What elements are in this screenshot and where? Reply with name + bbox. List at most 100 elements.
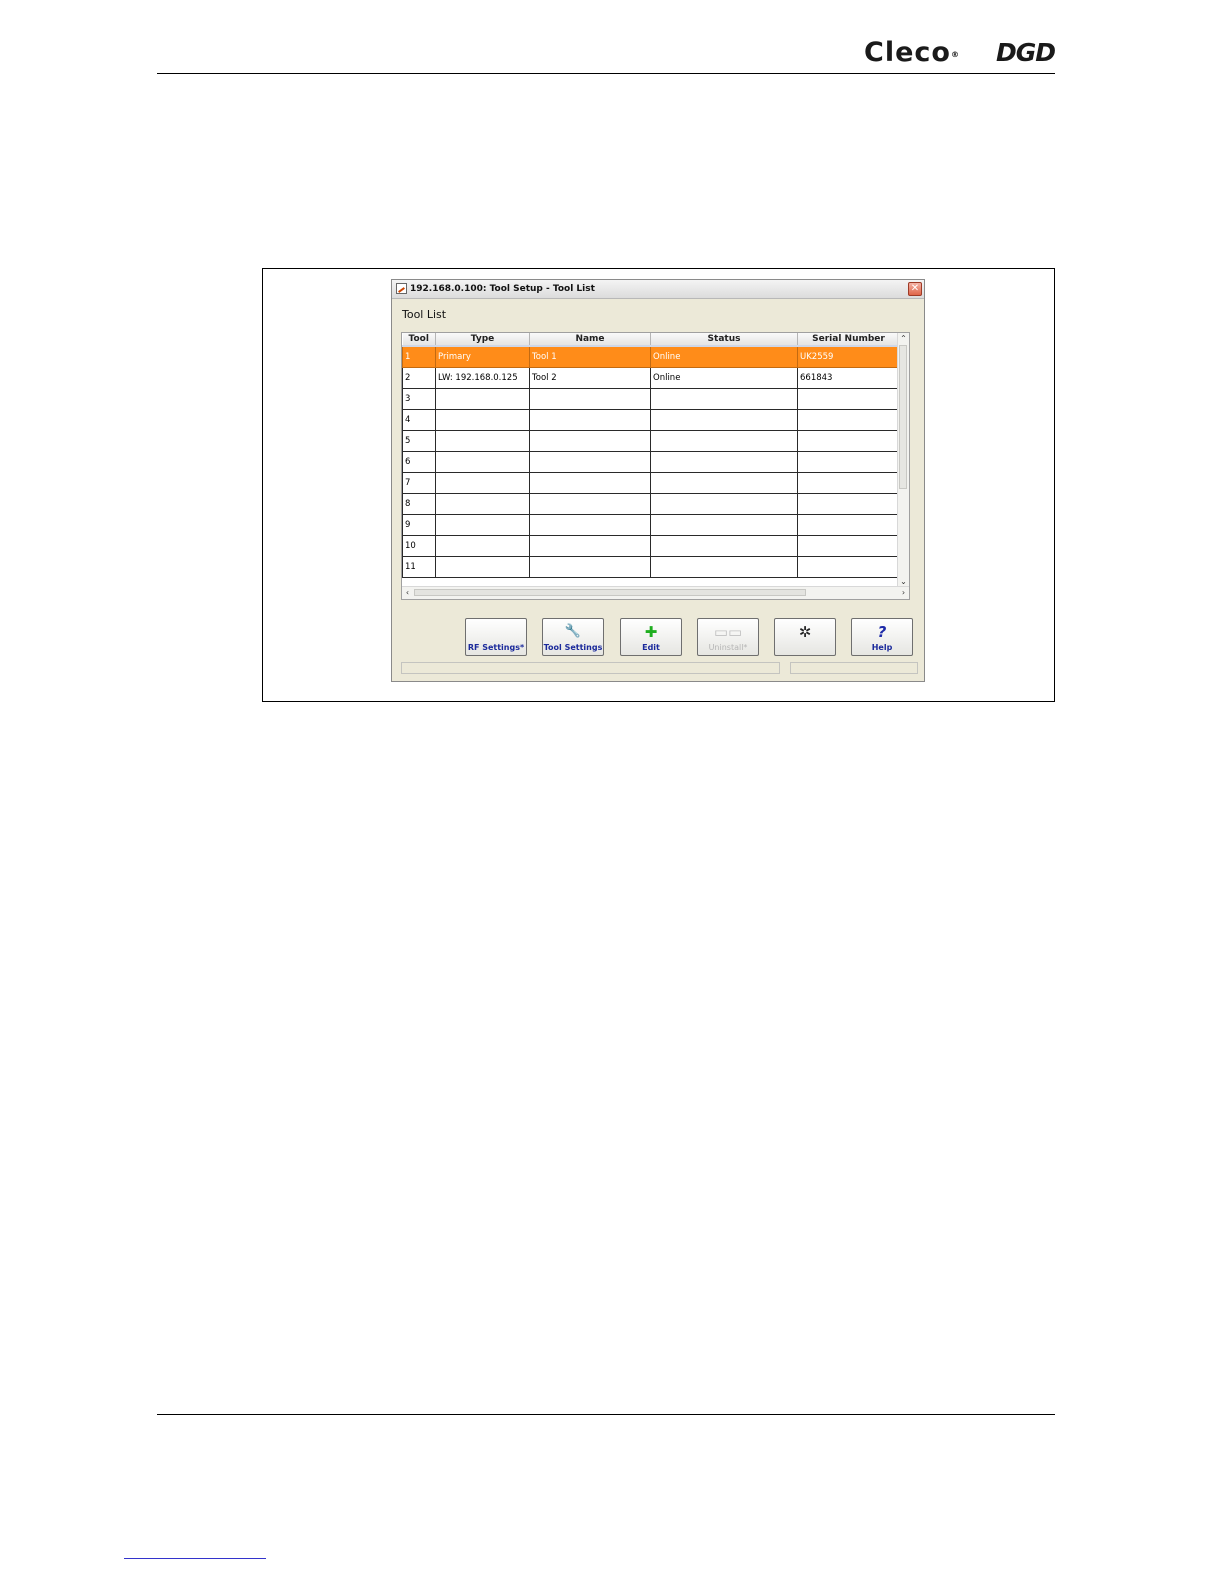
footer-link-underline[interactable] [124, 1558, 266, 1559]
tool-settings-label: Tool Settings [543, 643, 603, 652]
status-bar-secondary [790, 662, 918, 674]
scroll-right-icon[interactable]: › [898, 587, 909, 599]
status-bar-main [401, 662, 780, 674]
registered-mark: ® [950, 50, 959, 59]
table-row[interactable]: 4 [402, 409, 900, 431]
tool-settings-button[interactable]: 🔧 Tool Settings [542, 618, 604, 656]
cell-status[interactable]: Online [650, 367, 798, 389]
cell-tool[interactable]: 2 [402, 367, 436, 389]
cell-serial-number[interactable]: 661843 [797, 367, 900, 389]
table-row[interactable]: 8 [402, 493, 900, 515]
cell-name[interactable]: Tool 1 [529, 345, 651, 368]
tool-grid: Tool Type Name Status Serial Number 1 Pri… [402, 333, 900, 578]
column-header-serial-number[interactable]: Serial Number [797, 333, 900, 347]
cell-tool[interactable]: 8 [402, 493, 436, 515]
table-row[interactable]: 11 [402, 556, 900, 578]
cell-tool[interactable]: 9 [402, 514, 436, 536]
vertical-scroll-thumb[interactable] [899, 345, 907, 489]
table-row[interactable]: 1 Primary Tool 1 Online UK2559 [402, 345, 900, 368]
cell-name[interactable] [529, 514, 651, 536]
cell-serial-number[interactable] [797, 388, 900, 410]
cell-name[interactable] [529, 409, 651, 431]
cell-status[interactable] [650, 388, 798, 410]
cell-type[interactable] [435, 472, 530, 494]
rf-settings-button[interactable]: RF Settings* [465, 618, 527, 656]
cell-serial-number[interactable] [797, 430, 900, 452]
cell-tool[interactable]: 7 [402, 472, 436, 494]
dgd-logo: DGD [996, 38, 1056, 67]
cell-status[interactable] [650, 430, 798, 452]
cell-type[interactable] [435, 388, 530, 410]
uninstall-label: Uninstall* [708, 643, 748, 652]
scroll-up-icon[interactable]: ⌃ [898, 333, 909, 344]
cell-serial-number[interactable] [797, 493, 900, 515]
cell-tool[interactable]: 10 [402, 535, 436, 557]
cell-status[interactable] [650, 535, 798, 557]
window-titlebar[interactable]: 192.168.0.100: Tool Setup - Tool List ✕ [392, 280, 924, 299]
footer-rule [157, 1414, 1055, 1415]
help-button[interactable]: ? Help [851, 618, 913, 656]
table-row[interactable]: 9 [402, 514, 900, 536]
column-header-status[interactable]: Status [650, 333, 798, 347]
cell-status[interactable] [650, 556, 798, 578]
cell-status[interactable] [650, 493, 798, 515]
cell-serial-number[interactable] [797, 535, 900, 557]
table-row[interactable]: 5 [402, 430, 900, 452]
cell-serial-number[interactable] [797, 451, 900, 473]
close-icon[interactable]: ✕ [908, 282, 922, 296]
cell-tool[interactable]: 1 [402, 345, 436, 368]
column-header-type[interactable]: Type [435, 333, 530, 347]
table-row[interactable]: 6 [402, 451, 900, 473]
cell-status[interactable] [650, 409, 798, 431]
cell-status[interactable] [650, 514, 798, 536]
network-button[interactable]: ✲ [774, 618, 836, 656]
uninstall-button[interactable]: ▭▭ Uninstall* [697, 618, 759, 656]
cell-name[interactable] [529, 451, 651, 473]
cell-type[interactable] [435, 493, 530, 515]
cell-name[interactable] [529, 472, 651, 494]
horizontal-scrollbar[interactable]: ‹ › [402, 586, 909, 599]
cell-tool[interactable]: 3 [402, 388, 436, 410]
cell-type[interactable] [435, 451, 530, 473]
table-row[interactable]: 2 LW: 192.168.0.125 Tool 2 Online 661843 [402, 367, 900, 389]
table-row[interactable]: 3 [402, 388, 900, 410]
help-label: Help [871, 643, 893, 652]
cell-tool[interactable]: 6 [402, 451, 436, 473]
cell-type[interactable]: Primary [435, 345, 530, 368]
tool-table: Tool Type Name Status Serial Number 1 Pri… [401, 332, 910, 600]
cell-serial-number[interactable] [797, 472, 900, 494]
cell-serial-number[interactable] [797, 514, 900, 536]
column-header-tool[interactable]: Tool [402, 333, 436, 347]
cell-tool[interactable]: 4 [402, 409, 436, 431]
cell-tool[interactable]: 5 [402, 430, 436, 452]
cell-name[interactable] [529, 430, 651, 452]
cell-type[interactable]: LW: 192.168.0.125 [435, 367, 530, 389]
table-row[interactable]: 10 [402, 535, 900, 557]
cell-name[interactable] [529, 388, 651, 410]
cell-serial-number[interactable] [797, 556, 900, 578]
cell-type[interactable] [435, 535, 530, 557]
cell-type[interactable] [435, 409, 530, 431]
cell-status[interactable] [650, 472, 798, 494]
cell-type[interactable] [435, 514, 530, 536]
scroll-left-icon[interactable]: ‹ [402, 587, 413, 599]
cell-tool[interactable]: 11 [402, 556, 436, 578]
cell-status[interactable] [650, 451, 798, 473]
horizontal-scroll-thumb[interactable] [414, 589, 806, 596]
cell-type[interactable] [435, 430, 530, 452]
cell-serial-number[interactable] [797, 409, 900, 431]
cell-type[interactable] [435, 556, 530, 578]
cleco-logo-text: Cleco [864, 37, 951, 68]
question-icon: ? [877, 623, 887, 641]
cell-name[interactable] [529, 535, 651, 557]
cell-serial-number[interactable]: UK2559 [797, 345, 900, 368]
edit-button[interactable]: ✚ Edit [620, 618, 682, 656]
cell-name[interactable] [529, 556, 651, 578]
cell-status[interactable]: Online [650, 345, 798, 368]
cell-name[interactable]: Tool 2 [529, 367, 651, 389]
column-header-name[interactable]: Name [529, 333, 651, 347]
vertical-scrollbar[interactable]: ⌃ ⌄ [897, 333, 909, 587]
table-row[interactable]: 7 [402, 472, 900, 494]
cell-name[interactable] [529, 493, 651, 515]
tool-icon: 🔧 [564, 624, 582, 639]
